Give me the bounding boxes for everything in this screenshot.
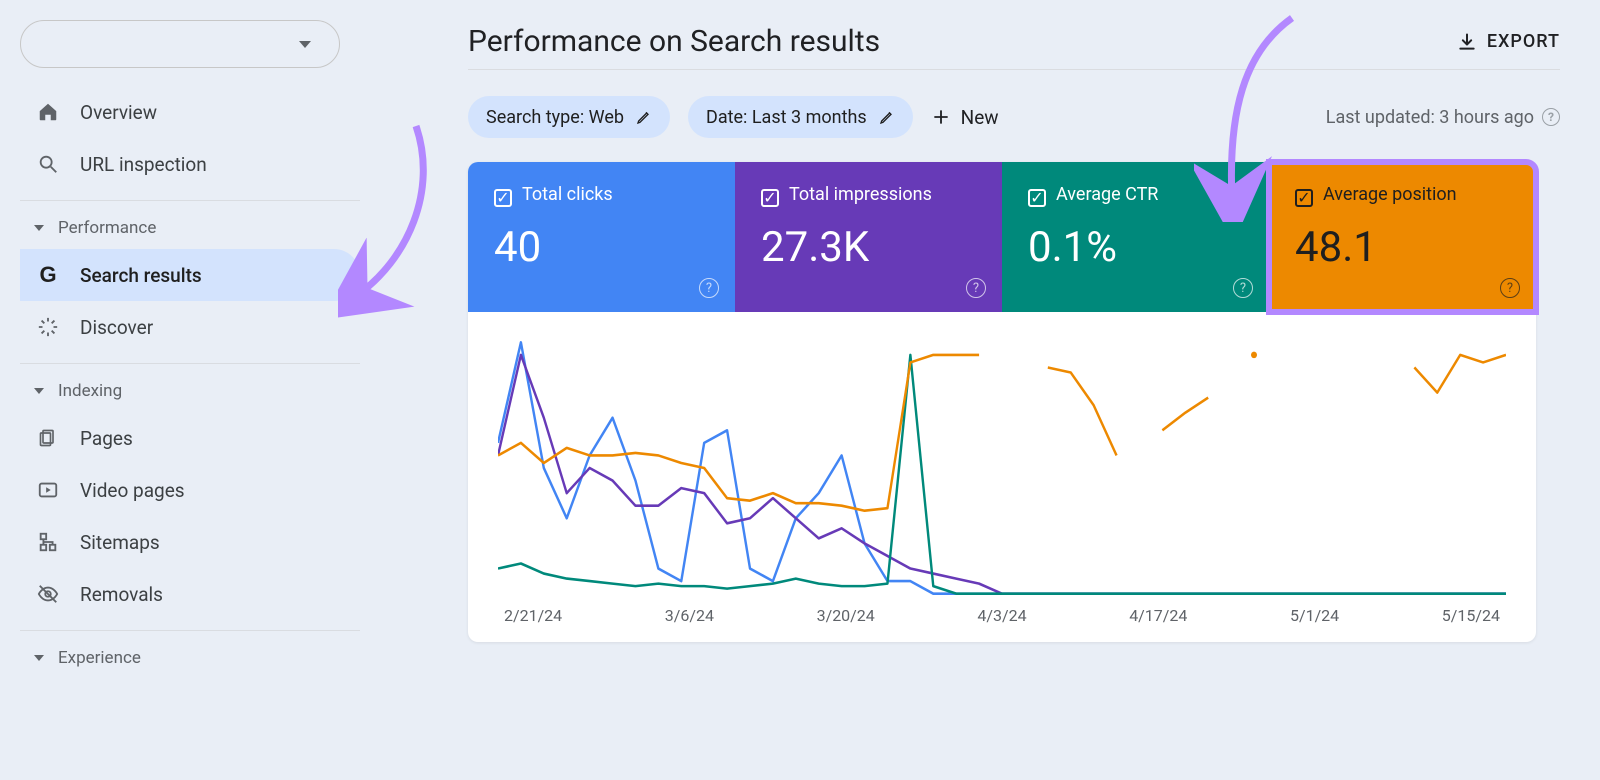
x-tick: 5/1/24 (1290, 606, 1339, 625)
checkbox-icon: ✓ (1295, 189, 1313, 207)
divider (20, 630, 360, 631)
metric-impressions[interactable]: ✓ Total impressions 27.3K ? (735, 162, 1002, 312)
help-icon[interactable]: ? (1542, 108, 1560, 126)
nav-label: Overview (80, 101, 157, 124)
metric-label: Total impressions (789, 184, 932, 205)
pencil-icon (879, 109, 895, 125)
metric-clicks[interactable]: ✓ Total clicks 40 ? (468, 162, 735, 312)
metric-value: 48.1 (1295, 223, 1510, 272)
section-label: Indexing (58, 381, 122, 401)
nav-label: URL inspection (80, 153, 207, 176)
nav-url-inspection[interactable]: URL inspection (20, 138, 360, 190)
x-tick: 2/21/24 (504, 606, 562, 625)
help-icon[interactable]: ? (1500, 278, 1520, 298)
nav-label: Video pages (80, 479, 185, 502)
chevron-down-icon (299, 41, 311, 48)
metric-label: Average CTR (1056, 184, 1158, 205)
video-icon (36, 479, 60, 501)
last-updated: Last updated: 3 hours ago ? (1326, 107, 1560, 128)
main-content: Performance on Search results EXPORT Sea… (468, 24, 1560, 642)
page-title: Performance on Search results (468, 24, 880, 59)
x-tick: 4/17/24 (1129, 606, 1187, 625)
help-icon[interactable]: ? (966, 278, 986, 298)
nav-label: Removals (80, 583, 163, 606)
add-filter-button[interactable]: New (931, 106, 999, 129)
section-experience[interactable]: Experience (20, 637, 360, 679)
checkbox-icon: ✓ (1028, 189, 1046, 207)
filter-date[interactable]: Date: Last 3 months (688, 96, 913, 138)
x-axis-labels: 2/21/24 3/6/24 3/20/24 4/3/24 4/17/24 5/1/24 5… (498, 606, 1506, 625)
metrics-row: ✓ Total clicks 40 ? ✓ Total impressions 27… (468, 162, 1536, 312)
removals-icon (36, 583, 60, 605)
nav-video-pages[interactable]: Video pages (20, 464, 360, 516)
metric-value: 27.3K (761, 223, 976, 272)
nav-sitemaps[interactable]: Sitemaps (20, 516, 360, 568)
nav-label: Search results (80, 264, 202, 287)
discover-icon (36, 316, 60, 338)
nav-label: Pages (80, 427, 133, 450)
section-performance[interactable]: Performance (20, 207, 360, 249)
line-chart (498, 338, 1506, 598)
new-label: New (961, 106, 999, 129)
checkbox-icon: ✓ (494, 189, 512, 207)
metric-label: Total clicks (522, 184, 613, 205)
download-icon (1457, 32, 1477, 52)
metric-label: Average position (1323, 184, 1457, 205)
pages-icon (36, 427, 60, 449)
export-button[interactable]: EXPORT (1457, 31, 1560, 52)
nav-removals[interactable]: Removals (20, 568, 360, 620)
chip-label: Date: Last 3 months (706, 107, 867, 128)
metric-position[interactable]: ✓ Average position 48.1 ? (1269, 162, 1536, 312)
metric-ctr[interactable]: ✓ Average CTR 0.1% ? (1002, 162, 1269, 312)
performance-card: ✓ Total clicks 40 ? ✓ Total impressions 27… (468, 162, 1536, 642)
help-icon[interactable]: ? (699, 278, 719, 298)
section-label: Performance (58, 218, 156, 238)
export-label: EXPORT (1487, 31, 1560, 52)
search-icon (36, 153, 60, 175)
checkbox-icon: ✓ (761, 189, 779, 207)
chip-label: Search type: Web (486, 107, 624, 128)
section-label: Experience (58, 648, 141, 668)
chart-area: 2/21/24 3/6/24 3/20/24 4/3/24 4/17/24 5/1/24 5… (468, 312, 1536, 642)
filter-search-type[interactable]: Search type: Web (468, 96, 670, 138)
x-tick: 3/20/24 (817, 606, 875, 625)
pencil-icon (636, 109, 652, 125)
nav-label: Discover (80, 316, 153, 339)
divider (20, 200, 360, 201)
divider (468, 69, 1560, 70)
sidebar: Overview URL inspection Performance G Se… (0, 0, 360, 780)
nav-pages[interactable]: Pages (20, 412, 360, 464)
filter-row: Search type: Web Date: Last 3 months New… (468, 96, 1560, 138)
section-indexing[interactable]: Indexing (20, 370, 360, 412)
caret-down-icon (34, 655, 44, 661)
divider (20, 363, 360, 364)
plus-icon (931, 107, 951, 127)
x-tick: 4/3/24 (977, 606, 1026, 625)
caret-down-icon (34, 225, 44, 231)
home-icon (36, 101, 60, 123)
nav-discover[interactable]: Discover (20, 301, 360, 353)
last-updated-text: Last updated: 3 hours ago (1326, 107, 1534, 128)
google-g-icon: G (36, 262, 60, 288)
metric-value: 0.1% (1028, 223, 1243, 272)
x-tick: 5/15/24 (1442, 606, 1500, 625)
help-icon[interactable]: ? (1233, 278, 1253, 298)
nav-overview[interactable]: Overview (20, 86, 360, 138)
sitemaps-icon (36, 531, 60, 553)
caret-down-icon (34, 388, 44, 394)
property-selector[interactable] (20, 20, 340, 68)
nav-search-results[interactable]: G Search results (20, 249, 360, 301)
x-tick: 3/6/24 (665, 606, 714, 625)
nav-label: Sitemaps (80, 531, 160, 554)
metric-value: 40 (494, 223, 709, 272)
